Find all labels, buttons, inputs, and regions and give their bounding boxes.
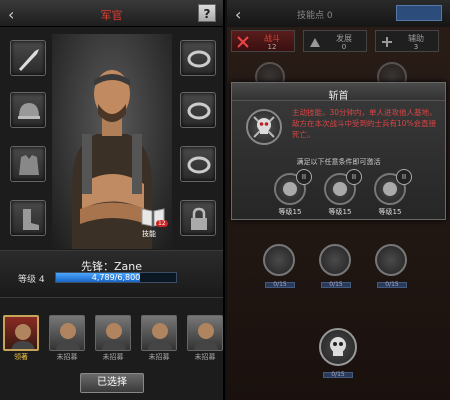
decapitate-skill-node[interactable] (319, 328, 357, 366)
boot-icon (23, 209, 39, 230)
skill-badge-count: 12 (156, 220, 168, 227)
skill-header: ‹ 技能点 0 (227, 0, 450, 27)
ring-slot-3[interactable] (180, 146, 216, 182)
tree-progress: 0/15 (377, 281, 407, 288)
soldier-portrait[interactable] (141, 315, 177, 351)
officer-panel: ‹ 军官 ? 12 技能 先锋：Zane 等级 4 4,789/6,800 领著… (0, 0, 225, 400)
skill-detail-popup: 斩首 主动技能，30分钟内，单人进攻他人基地，敌方在本次战斗中受到的士兵有10%… (231, 82, 446, 220)
tree-node[interactable] (319, 244, 351, 276)
skull-icon (330, 337, 346, 356)
soldier-face-icon (102, 323, 126, 350)
ring-icon (187, 50, 211, 68)
tree-progress-text: 0/15 (329, 281, 343, 288)
skill-description: 主动技能，30分钟内，单人进攻他人基地，敌方在本次战斗中受到的士兵有10%会直接… (292, 108, 437, 139)
tab-count: 3 (413, 43, 419, 51)
armor-slot[interactable] (10, 146, 46, 182)
ring-icon (187, 102, 211, 120)
skill-book-button[interactable]: 12 技能 (140, 206, 168, 238)
soldier-label: 未招募 (194, 353, 216, 361)
skill-title: 斩首 (328, 91, 349, 102)
tree-node[interactable] (375, 244, 407, 276)
tab-0[interactable]: 战斗 12 (231, 30, 295, 52)
back-arrow-icon[interactable]: ‹ (235, 5, 241, 24)
soldier-face-icon (56, 323, 80, 350)
ring-slot-1[interactable] (180, 40, 216, 76)
ring-icon (187, 156, 211, 174)
tab-icon (310, 38, 320, 47)
soldier-face-icon (11, 324, 35, 349)
soldier-label: 领著 (14, 353, 28, 361)
weapon-slot[interactable] (10, 40, 46, 76)
help-button[interactable]: ? (198, 4, 216, 22)
rank-badge: II (346, 169, 362, 185)
soldier-label: 未招募 (148, 353, 170, 361)
xp-text: 4,789/6,800 (91, 273, 141, 282)
boots-slot[interactable] (10, 200, 46, 236)
soldier-label: 未招募 (102, 353, 124, 361)
reset-button[interactable] (396, 5, 442, 21)
requirement-caption: 等级15 (328, 208, 352, 216)
rank-badge: II (396, 169, 412, 185)
tree-progress-text: 0/15 (273, 281, 287, 288)
popup-header: 斩首 (232, 83, 445, 102)
tab-2[interactable]: 辅助 3 (375, 30, 439, 52)
level-label: 等级 4 (18, 275, 45, 285)
jacket-icon (19, 155, 39, 175)
knife-icon (19, 49, 39, 71)
skill-icon (246, 109, 282, 145)
rank-badge: II (296, 169, 312, 185)
tree-node[interactable] (263, 244, 295, 276)
tab-count: 0 (341, 43, 347, 51)
soldier-portrait[interactable] (95, 315, 131, 351)
soldier-portrait[interactable] (187, 315, 223, 351)
tab-icon (382, 37, 392, 47)
soldier-portrait[interactable] (49, 315, 85, 351)
tree-progress-text: 0/15 (385, 281, 399, 288)
requirement-text: 满足以下任意条件即可激活 (296, 158, 381, 166)
helmet-slot[interactable] (10, 92, 46, 128)
page-title: 军官 (100, 9, 123, 22)
tab-count: 12 (267, 43, 277, 51)
selected-button[interactable]: 已选择 (80, 373, 144, 393)
soldier-face-icon (148, 323, 172, 350)
skull-crossbones-icon (253, 116, 275, 138)
skill-progress: 0/15 (323, 371, 353, 378)
soldier-label: 未招募 (56, 353, 78, 361)
officer-header: ‹ 军官 ? (0, 0, 223, 27)
tree-progress: 0/15 (321, 281, 351, 288)
skill-panel: ‹ 技能点 0 战斗 12 发展 0 辅助 3 0/15 0/15 0/15 0/15 斩… (227, 0, 450, 400)
skill-progress-text: 0/15 (331, 371, 345, 378)
tree-progress: 0/15 (265, 281, 295, 288)
tab-1[interactable]: 发展 0 (303, 30, 367, 52)
helmet-icon (18, 103, 40, 119)
skill-points-label: 技能点 0 (297, 11, 333, 21)
skill-badge-label: 技能 (142, 230, 156, 238)
soldier-face-icon (194, 323, 218, 350)
requirement-caption: 等级15 (278, 208, 302, 216)
xp-bar: 4,789/6,800 (55, 272, 177, 283)
ring-slot-2[interactable] (180, 92, 216, 128)
lock-icon (191, 207, 207, 230)
soldier-portrait[interactable] (3, 315, 39, 351)
locked-slot[interactable] (180, 200, 216, 236)
tab-icon (237, 36, 249, 48)
requirement-caption: 等级15 (378, 208, 402, 216)
